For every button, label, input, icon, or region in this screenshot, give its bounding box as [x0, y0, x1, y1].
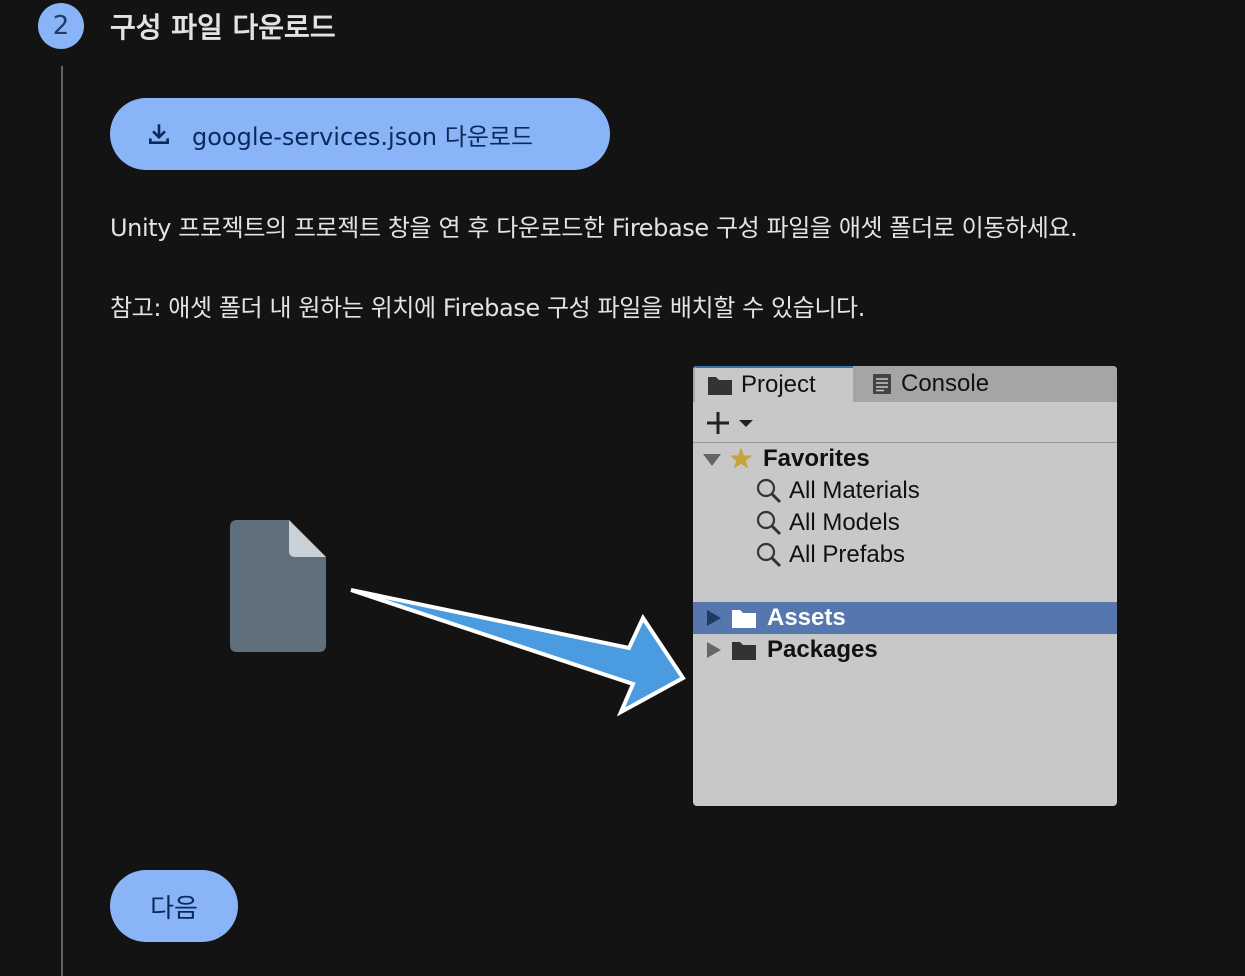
favorite-item-models[interactable]: All Models — [693, 507, 1117, 539]
config-file-icon — [230, 520, 326, 652]
tab-console-label: Console — [901, 370, 990, 397]
expand-arrow-right-icon — [707, 610, 721, 626]
unity-project-window: Project Console Favorites All Materials … — [693, 366, 1117, 806]
folder-icon — [708, 377, 732, 395]
star-icon — [729, 447, 753, 469]
download-config-button[interactable]: google-services.json 다운로드 — [110, 98, 610, 170]
tab-project[interactable]: Project — [695, 366, 853, 402]
tab-console[interactable]: Console — [857, 366, 1057, 402]
add-dropdown-button[interactable] — [705, 410, 757, 436]
favorite-item-materials[interactable]: All Materials — [693, 475, 1117, 507]
download-icon — [149, 124, 169, 144]
next-button-label: 다음 — [150, 893, 198, 924]
step-connector-line — [61, 66, 63, 976]
favorite-item-label: All Prefabs — [789, 541, 906, 568]
folder-icon — [732, 642, 756, 660]
drag-arrow-graphic — [350, 588, 686, 717]
folder-row-assets[interactable]: Assets — [693, 602, 1117, 634]
favorites-row[interactable]: Favorites — [693, 443, 1117, 475]
expand-arrow-right-icon — [707, 642, 721, 658]
favorite-item-prefabs[interactable]: All Prefabs — [693, 539, 1117, 571]
download-button-label: google-services.json 다운로드 — [192, 122, 534, 151]
folder-label: Packages — [767, 636, 878, 663]
setup-step-page: 2 구성 파일 다운로드 google-services.json 다운로드 U… — [0, 0, 1245, 976]
unity-toolbar — [693, 402, 1117, 443]
folder-row-packages[interactable]: Packages — [693, 634, 1117, 666]
unity-tab-bar: Project Console — [693, 366, 1117, 402]
folder-icon — [732, 610, 756, 628]
tab-project-label: Project — [741, 371, 816, 398]
step-number: 2 — [52, 11, 70, 41]
next-button[interactable]: 다음 — [110, 870, 238, 942]
step-title: 구성 파일 다운로드 — [110, 11, 336, 44]
favorite-item-label: All Materials — [789, 477, 920, 504]
favorite-item-label: All Models — [789, 509, 900, 536]
step-number-badge: 2 — [38, 3, 84, 49]
note-text: 참고: 애셋 폴더 내 원하는 위치에 Firebase 구성 파일을 배치할 … — [110, 294, 865, 322]
search-icon — [756, 542, 782, 568]
expand-arrow-down-icon — [703, 454, 721, 466]
favorites-label: Favorites — [763, 445, 870, 472]
search-icon — [756, 478, 782, 504]
folder-label: Assets — [767, 604, 846, 631]
console-icon — [873, 374, 891, 394]
search-icon — [756, 510, 782, 536]
instruction-text: Unity 프로젝트의 프로젝트 창을 연 후 다운로드한 Firebase 구… — [110, 214, 1078, 242]
